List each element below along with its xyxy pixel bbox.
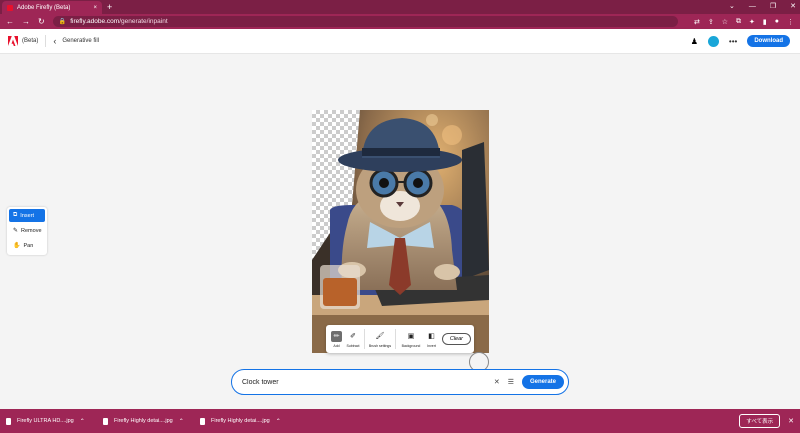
adobe-logo-icon[interactable] (8, 36, 18, 46)
profile-icon[interactable]: ● (775, 18, 779, 26)
download-filename: Firefly Highly detai....jpg (211, 418, 270, 424)
download-filename: Firefly ULTRA HD....jpg (17, 418, 74, 424)
browser-toolbar: ← → ↻ 🔒 firefly.adobe.com/generate/inpai… (0, 14, 800, 29)
beta-label: (Beta) (22, 38, 39, 44)
image-canvas[interactable] (312, 110, 489, 353)
invert-tool[interactable]: ◧ Invert (424, 331, 439, 348)
tool-insert[interactable]: ⧉ Insert (9, 209, 45, 222)
chevron-up-icon[interactable]: ⌃ (276, 418, 281, 425)
toolbar-divider (395, 329, 396, 349)
browser-tab-strip: Adobe Firefly (Beta) × + ⌄ — ❐ ✕ (0, 0, 800, 14)
generate-button[interactable]: Generate (521, 375, 564, 389)
chevron-up-icon[interactable]: ⌃ (179, 418, 184, 425)
extension-icons: ⇄ ⇪ ☆ ⧉ ✦ ▮ ● ⋮ (694, 18, 794, 26)
subtract-brush-tool[interactable]: ✐ Subtract (344, 331, 362, 348)
download-item[interactable]: Firefly Highly detai....jpg ⌃ (103, 417, 200, 425)
brush-subtract-icon: ✐ (350, 333, 356, 340)
invert-icon: ◧ (428, 333, 435, 340)
download-shelf: Firefly ULTRA HD....jpg ⌃ Firefly Highly… (0, 409, 800, 433)
breadcrumb[interactable]: Generative fill (62, 38, 99, 44)
tool-label: Invert (427, 343, 436, 348)
tool-label: Brush settings (368, 343, 392, 348)
close-shelf-icon[interactable]: ✕ (788, 417, 794, 425)
reload-icon[interactable]: ↻ (38, 17, 45, 26)
clear-button[interactable]: Clear (441, 333, 471, 345)
tool-label: Insert (20, 212, 35, 219)
tool-label: Add (333, 343, 340, 348)
more-options-icon[interactable]: ••• (729, 37, 737, 46)
lock-icon: 🔒 (58, 19, 67, 25)
menu-kebab-icon[interactable]: ⋮ (787, 18, 794, 26)
app-header: (Beta) ‹ Generative fill ♟ ••• Download (0, 29, 800, 54)
tool-label: Remove (21, 227, 42, 234)
extension-icon[interactable]: ⧉ (736, 18, 741, 26)
header-divider (45, 35, 47, 47)
new-tab-button[interactable]: + (107, 1, 112, 13)
clear-prompt-icon[interactable]: ✕ (494, 378, 500, 386)
remove-icon: ✎ (13, 228, 19, 234)
file-icon (200, 417, 205, 425)
url-text: firefly.adobe.com/generate/inpaint (70, 18, 168, 25)
background-tool[interactable]: ▣ Background (398, 331, 424, 348)
download-button[interactable]: Download (747, 35, 790, 47)
canvas-toolbar: ✏ Add ✐ Subtract 🖌 Brush settings ▣ Back… (326, 325, 474, 353)
cat-image (312, 110, 489, 353)
tab-close-icon[interactable]: × (93, 5, 97, 11)
browser-tab-firefly[interactable]: Adobe Firefly (Beta) × (2, 1, 102, 14)
prompt-input[interactable] (242, 378, 494, 386)
download-item[interactable]: Firefly ULTRA HD....jpg ⌃ (6, 417, 103, 425)
adobe-favicon-icon (7, 4, 13, 11)
maximize-button[interactable]: ❐ (770, 1, 776, 13)
tool-remove[interactable]: ✎ Remove (9, 224, 45, 237)
tab-search-icon[interactable]: ⌄ (729, 1, 735, 13)
brush-add-icon: ✏ (331, 330, 342, 342)
minimize-button[interactable]: — (749, 1, 756, 13)
file-icon (6, 417, 11, 425)
insert-icon: ⧉ (13, 212, 18, 218)
avatar[interactable] (707, 35, 719, 47)
file-icon (103, 417, 108, 425)
back-chevron-icon[interactable]: ‹ (53, 36, 56, 46)
share-icon[interactable]: ⇪ (708, 18, 714, 26)
download-filename: Firefly Highly detai....jpg (114, 418, 173, 424)
brush-settings-icon: 🖌 (375, 333, 385, 340)
close-window-button[interactable]: ✕ (790, 1, 796, 13)
translate-icon[interactable]: ⇄ (694, 18, 700, 26)
background-image-icon: ▣ (407, 333, 415, 340)
settings-sliders-icon[interactable]: ☰ (508, 378, 514, 386)
forward-arrow-icon[interactable]: → (22, 17, 30, 26)
bookmark-star-icon[interactable]: ☆ (722, 18, 728, 26)
tool-label: Pan (23, 242, 34, 249)
address-bar[interactable]: 🔒 firefly.adobe.com/generate/inpaint (52, 16, 678, 27)
puzzle-icon[interactable]: ✦ (749, 18, 755, 26)
window-controls: ⌄ — ❐ ✕ (729, 1, 796, 13)
show-all-button[interactable]: すべて表示 (739, 414, 781, 428)
hand-icon: ✋ (13, 243, 21, 249)
tab-title: Adobe Firefly (Beta) (17, 4, 71, 11)
back-arrow-icon[interactable]: ← (6, 17, 14, 26)
toolbar-divider (364, 329, 365, 349)
tool-panel: ⧉ Insert ✎ Remove ✋ Pan (7, 207, 47, 255)
chevron-up-icon[interactable]: ⌃ (80, 418, 85, 425)
download-item[interactable]: Firefly Highly detai....jpg ⌃ (200, 417, 297, 425)
sidepanel-icon[interactable]: ▮ (763, 18, 767, 26)
tool-pan[interactable]: ✋ Pan (9, 239, 45, 252)
add-brush-tool[interactable]: ✏ Add (329, 330, 344, 348)
brush-settings-tool[interactable]: 🖌 Brush settings (367, 331, 393, 348)
prompt-bar: ✕ ☰ Generate (231, 369, 569, 395)
tool-label: Background (401, 343, 421, 348)
tool-label: Subtract (346, 343, 360, 348)
person-icon[interactable]: ♟ (691, 37, 698, 46)
